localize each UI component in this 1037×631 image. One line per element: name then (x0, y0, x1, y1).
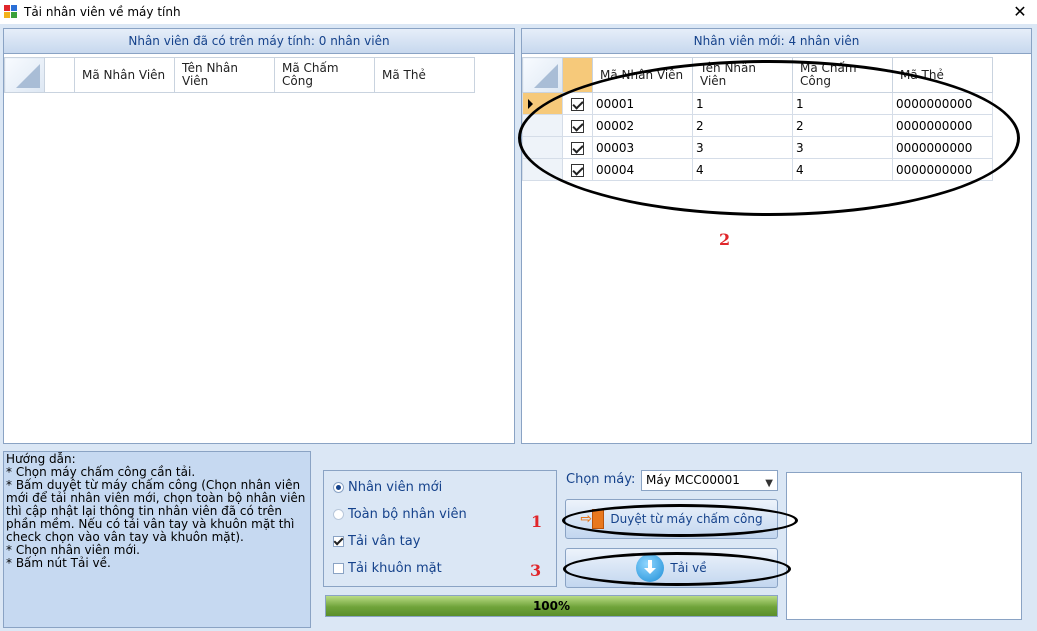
annotation-step-3: 3 (530, 561, 542, 580)
new-employees-header: Nhân viên mới: 4 nhân viên (522, 29, 1031, 54)
checkbox-face-label: Tải khuôn mặt (348, 561, 442, 576)
instructions-line: * Bấm duyệt từ máy chấm công (Chọn nhân … (6, 478, 310, 544)
existing-employees-panel: Nhân viên đã có trên máy tính: 0 nhân vi… (3, 28, 515, 444)
close-icon[interactable]: ✕ (1009, 1, 1031, 23)
machine-select[interactable]: Máy MCC00001 ▼ (641, 470, 778, 491)
radio-new-employees-label: Nhân viên mới (348, 480, 443, 495)
title-bar: Tải nhân viên về máy tính ✕ (0, 0, 1037, 24)
face-checkbox[interactable] (333, 563, 344, 574)
column-header-employee-id[interactable]: Mã Nhân Viên (74, 57, 175, 93)
column-header-check[interactable] (44, 57, 75, 93)
checkbox-fingerprint[interactable]: Tải vân tay (333, 534, 420, 549)
window-client: Nhân viên đã có trên máy tính: 0 nhân vi… (0, 24, 1037, 631)
progress-text: 100% (532, 599, 571, 613)
grid-corner[interactable] (522, 57, 563, 93)
radio-button[interactable] (333, 509, 344, 520)
instructions-line: * Bấm nút Tải về. (6, 556, 111, 570)
radio-all-employees-label: Toàn bộ nhân viên (348, 507, 467, 522)
machine-select-value: Máy MCC00001 (646, 473, 740, 487)
machine-select-label: Chọn máy: (566, 472, 636, 487)
annotation-ellipse-grid (518, 60, 1020, 216)
annotation-ellipse-download (563, 552, 791, 586)
current-row-arrow-icon (528, 99, 533, 109)
log-box[interactable] (786, 472, 1022, 620)
radio-all-employees[interactable]: Toàn bộ nhân viên (333, 507, 467, 522)
existing-employees-header: Nhân viên đã có trên máy tính: 0 nhân vi… (4, 29, 514, 54)
checkbox-fingerprint-label: Tải vân tay (348, 534, 421, 549)
checkbox-face[interactable]: Tải khuôn mặt (333, 561, 442, 576)
window-title: Tải nhân viên về máy tính (24, 5, 181, 19)
radio-button[interactable] (333, 482, 344, 493)
fingerprint-checkbox[interactable] (333, 536, 344, 547)
existing-employees-grid[interactable]: Mã Nhân Viên Tên Nhân Viên Mã Chấm Công … (4, 57, 475, 93)
progress-bar: 100% (325, 595, 778, 617)
annotation-step-1: 1 (531, 512, 543, 531)
app-icon (4, 5, 18, 19)
download-options-group: Nhân viên mới Toàn bộ nhân viên Tải vân … (323, 470, 557, 587)
radio-new-employees[interactable]: Nhân viên mới (333, 480, 442, 495)
chevron-down-icon[interactable]: ▼ (765, 474, 773, 493)
annotation-step-2: 2 (719, 230, 731, 249)
column-header-attendance-id[interactable]: Mã Chấm Công (274, 57, 375, 93)
column-header-card-id[interactable]: Mã Thẻ (374, 57, 475, 93)
instructions-box: Hướng dẫn: * Chọn máy chấm công cần tải.… (3, 451, 311, 628)
grid-corner[interactable] (4, 57, 45, 93)
column-header-employee-name[interactable]: Tên Nhân Viên (174, 57, 275, 93)
annotation-ellipse-browse (562, 504, 798, 537)
